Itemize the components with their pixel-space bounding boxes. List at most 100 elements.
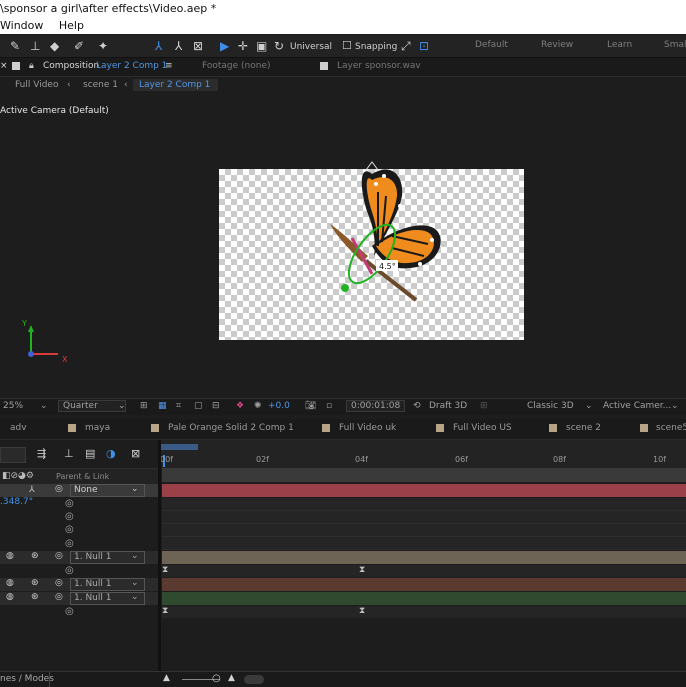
timeline-tab-maya[interactable]: maya [85, 423, 110, 433]
3d-layer-switch-icon[interactable]: ⅄ [29, 485, 35, 495]
workspace-small[interactable]: Small [664, 40, 686, 50]
snap-edges-icon[interactable]: ⤢ [401, 39, 411, 53]
rotation-property-value[interactable]: .348.7° [0, 497, 33, 507]
breadcrumb-full-video[interactable]: Full Video [15, 80, 58, 90]
timeline-tab-full-video-uk[interactable]: Full Video uk [339, 423, 396, 433]
chevron-down-icon[interactable]: ⌄ [40, 401, 48, 411]
layer-tab[interactable]: Layer sponsor.wav [337, 61, 421, 71]
local-axis-mode-icon[interactable]: ⅄ [155, 39, 162, 53]
shy-layers-icon[interactable]: ▤ [85, 447, 95, 460]
lock-switch-icon[interactable]: ⊛ [31, 592, 39, 602]
work-area-bar[interactable] [158, 444, 198, 450]
workspace-learn[interactable]: Learn [607, 40, 632, 50]
graph-editor-icon[interactable]: ⊠ [131, 447, 140, 460]
layer-row[interactable]: ◍ ⊛ ◎ 1. Null 1 ⌄ [0, 551, 158, 564]
layer-duration-bar[interactable] [162, 551, 686, 564]
comp-mini-flowchart-icon[interactable]: ⇶ [37, 447, 46, 460]
pick-whip-icon[interactable]: ◎ [55, 592, 63, 602]
pick-whip-icon[interactable]: ◎ [55, 551, 63, 561]
menu-window[interactable]: Window [0, 19, 43, 32]
rotation-gizmo-handle[interactable] [341, 284, 349, 292]
workspace-review[interactable]: Review [541, 40, 573, 50]
layer-duration-bar[interactable] [162, 578, 686, 591]
eraser-tool-icon[interactable]: ◆ [50, 39, 59, 53]
timeline-search-input[interactable] [0, 447, 26, 463]
property-pick-whip-icon[interactable]: ◎ [65, 565, 74, 576]
butterfly-image[interactable] [330, 169, 441, 302]
chevron-down-icon[interactable]: ⌄ [585, 401, 593, 411]
breadcrumb-scene-1[interactable]: scene 1 [83, 80, 118, 90]
timeline-tab-adv[interactable]: adv [10, 423, 27, 433]
chevron-down-icon[interactable]: ⌄ [671, 401, 679, 411]
safe-zones-icon[interactable]: ⊟ [212, 401, 220, 411]
chevron-down-icon[interactable]: ⌄ [118, 401, 126, 411]
exposure-value[interactable]: +0.0 [268, 401, 290, 411]
timeline-tab-scene5[interactable]: scene5 [656, 423, 686, 433]
property-pick-whip-icon[interactable]: ◎ [65, 511, 74, 522]
close-tab-icon[interactable]: × [0, 61, 8, 71]
layer-row[interactable]: ◍ ⊛ ◎ 1. Null 1 ⌄ [0, 592, 158, 605]
zoom-in-icon[interactable]: ▲ [228, 673, 235, 683]
layer-duration-bar[interactable] [162, 484, 686, 497]
chevron-down-icon[interactable]: ⌄ [131, 592, 139, 602]
anchor-point-marker[interactable] [365, 161, 379, 171]
keyframe-marker-icon[interactable]: ⧗ [162, 606, 168, 616]
region-of-interest-icon[interactable]: ⊞ [140, 401, 148, 411]
solo-switch-icon[interactable]: ◍ [6, 551, 14, 561]
workspace-default[interactable]: Default [475, 40, 508, 50]
timeline-tab-full-video-us[interactable]: Full Video US [453, 423, 512, 433]
resolution-select[interactable]: Quarter [58, 400, 126, 412]
roto-brush-tool-icon[interactable]: ✐ [74, 39, 84, 53]
keyframe-marker-icon[interactable]: ⧗ [359, 565, 365, 575]
work-area-track[interactable] [162, 468, 686, 482]
pick-whip-icon[interactable]: ◎ [55, 578, 63, 588]
panel-menu-icon[interactable]: ≡ [165, 61, 173, 71]
timeline-tab-scene-2[interactable]: scene 2 [566, 423, 601, 433]
chevron-down-icon[interactable]: ⌄ [131, 578, 139, 588]
show-snapshot-icon[interactable]: ▫ [326, 401, 332, 411]
selection-tool-icon[interactable]: ▶ [220, 39, 229, 53]
current-time-display[interactable]: 0:00:01:08 [346, 400, 406, 412]
keyframe-marker-icon[interactable]: ⧗ [162, 565, 168, 575]
extended-viewer-icon[interactable]: ⊞ [480, 401, 488, 411]
view-axis-mode-icon[interactable]: ⊠ [193, 39, 203, 53]
transparency-grid-icon[interactable]: ▦ [158, 401, 167, 411]
magnification-select[interactable]: 25% [3, 401, 23, 411]
menu-help[interactable]: Help [59, 19, 84, 32]
draft-3d-timeline-icon[interactable]: ⊥ [64, 447, 74, 460]
draft-3d-icon[interactable]: ⟲ [413, 401, 421, 411]
lock-icon[interactable]: 🔒︎ [29, 61, 34, 71]
puppet-pin-tool-icon[interactable]: ✦ [98, 39, 108, 53]
draft-3d-toggle[interactable]: Draft 3D [429, 401, 467, 411]
timeline-column-divider[interactable] [158, 440, 161, 671]
chevron-down-icon[interactable]: ⌄ [131, 551, 139, 561]
motion-blur-icon[interactable]: ◑ [106, 447, 116, 460]
property-pick-whip-icon[interactable]: ◎ [65, 538, 74, 549]
pick-whip-icon[interactable]: ◎ [55, 484, 63, 494]
timeline-scrollbar[interactable] [244, 675, 264, 684]
renderer-select[interactable]: Classic 3D [527, 401, 574, 411]
breadcrumb-layer-2-comp-1[interactable]: Layer 2 Comp 1 [133, 79, 218, 91]
color-channels-icon[interactable]: ❖ [236, 401, 244, 411]
snapping-checkbox[interactable]: ☐ [342, 39, 352, 53]
composition-tab-name[interactable]: Layer 2 Comp 1 [96, 61, 167, 71]
snap-features-icon[interactable]: ⊡ [419, 39, 429, 53]
composition-tab-prefix[interactable]: Composition [43, 61, 99, 71]
layer-row[interactable]: ◍ ⊛ ◎ 1. Null 1 ⌄ [0, 578, 158, 591]
keyframe-marker-icon[interactable]: ⧗ [359, 606, 365, 616]
3d-view-select[interactable]: Active Camer... [603, 401, 671, 411]
layer-duration-bar[interactable] [162, 592, 686, 605]
timeline-tab-pale-orange-solid[interactable]: Pale Orange Solid 2 Comp 1 [168, 423, 294, 433]
brush-tool-icon[interactable]: ✎ [10, 39, 20, 53]
world-axis-mode-icon[interactable]: ⅄ [175, 39, 182, 53]
guides-icon[interactable]: ▢ [194, 401, 203, 411]
rotation-tool-icon[interactable]: ↻ [274, 39, 284, 53]
toggle-switches-modes-button[interactable]: nes / Modes [0, 674, 54, 684]
lock-switch-icon[interactable]: ⊛ [31, 578, 39, 588]
chevron-down-icon[interactable]: ⌄ [131, 484, 139, 494]
property-pick-whip-icon[interactable]: ◎ [65, 524, 74, 535]
property-pick-whip-icon[interactable]: ◎ [65, 606, 74, 617]
layer-row[interactable]: ⅄ ◎ None ⌄ [0, 484, 158, 497]
axis-mode-label[interactable]: Universal [290, 40, 332, 54]
time-ruler[interactable] [158, 440, 686, 468]
